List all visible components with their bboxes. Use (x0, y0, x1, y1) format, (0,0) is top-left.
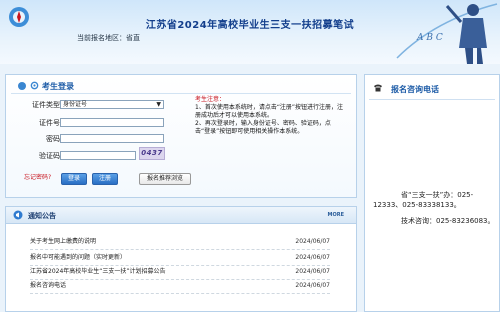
id-type-value: 身份证号 (63, 101, 88, 108)
list-item[interactable]: 报名中可能遇到的问题（实时更新） 2024/06/07 (30, 251, 330, 266)
gear-icon (30, 81, 39, 90)
notes-item: 2、再次登录时，输入身份证号、密码、验证码，点击“登录”按钮即可使用相关操作本系… (195, 120, 331, 135)
contact-title: 报名咨询电话 (391, 85, 439, 94)
captcha-image[interactable]: 0437 (139, 147, 165, 160)
captcha-input[interactable] (60, 151, 136, 160)
login-divider (11, 93, 351, 94)
phone-icon (374, 84, 382, 92)
captcha-label: 验证码 (39, 152, 60, 160)
header-banner: 江苏省2024年高校毕业生三支一扶招募笔试 当前报名地区：省直 A B C (0, 0, 500, 64)
notice-item-title: 江苏省2024年高校毕业生“三支一扶”计划招募公告 (30, 268, 166, 275)
list-item[interactable]: 报名咨询电话 2024/06/07 (30, 279, 330, 294)
megaphone-icon (13, 210, 23, 220)
contact-line-2: 技术咨询：025-83236083。 (401, 217, 495, 225)
current-region: 当前报名地区：省直 (77, 34, 140, 42)
forgot-password-link[interactable]: 忘记密码? (24, 172, 51, 181)
browser-recommend-button[interactable]: 报名推荐浏览 (139, 173, 191, 185)
login-button[interactable]: 登录 (61, 173, 87, 185)
id-type-select[interactable]: 身份证号 ▼ (60, 100, 164, 109)
notice-item-date: 2024/06/07 (295, 268, 330, 275)
list-item[interactable]: 关于考生网上缴费的说明 2024/06/07 (30, 235, 330, 250)
notes-block: 考生注意： 1、首次使用本系统时，请点击“注册”按钮进行注册，注册成功后才可以使… (195, 96, 345, 136)
notice-item-date: 2024/06/07 (295, 254, 330, 261)
id-number-input[interactable] (60, 118, 164, 127)
login-header: 考生登录 (18, 81, 74, 92)
list-item[interactable]: 江苏省2024年高校毕业生“三支一扶”计划招募公告 2024/06/07 (30, 265, 330, 280)
login-title: 考生登录 (42, 82, 74, 91)
notice-item-title: 报名中可能遇到的问题（实时更新） (30, 254, 127, 261)
notice-title: 通知公告 (28, 212, 56, 220)
contact-line-1: 省“三支一扶”办：025-12333、025-83338133。 (373, 191, 474, 209)
contact-divider (369, 99, 495, 100)
chevron-down-icon: ▼ (156, 101, 161, 108)
id-type-label: 证件类型 (32, 101, 60, 109)
notice-item-date: 2024/06/07 (295, 282, 330, 289)
id-number-label: 证件号 (39, 119, 60, 127)
more-link[interactable]: MORE (328, 212, 345, 218)
graduate-illustration-icon: A B C (396, 3, 498, 64)
notes-title: 考生注意： (195, 96, 226, 103)
notice-header: 通知公告 MORE (6, 207, 356, 224)
svg-text:A B C: A B C (416, 33, 443, 43)
login-bullet-icon (18, 82, 26, 90)
password-input[interactable] (60, 134, 164, 143)
contact-header: 报名咨询电话 (373, 83, 439, 95)
notes-item: 1、首次使用本系统时，请点击“注册”按钮进行注册，注册成功后才可以使用本系统。 (195, 104, 344, 119)
register-button[interactable]: 注册 (92, 173, 118, 185)
notice-item-title: 关于考生网上缴费的说明 (30, 238, 97, 245)
password-label: 密码 (46, 135, 60, 143)
notice-item-date: 2024/06/07 (295, 238, 330, 245)
notice-item-title: 报名咨询电话 (30, 282, 67, 289)
contact-text: 省“三支一扶”办：025-12333、025-83338133。 技术咨询：02… (373, 190, 495, 226)
notice-panel: 通知公告 MORE 关于考生网上缴费的说明 2024/06/07 报名中可能遇到的… (5, 206, 357, 312)
contact-panel: 报名咨询电话 省“三支一扶”办：025-12333、025-83338133。 … (364, 74, 500, 312)
